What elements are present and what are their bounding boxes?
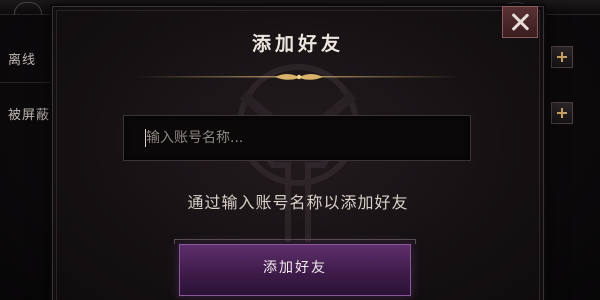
row-divider — [0, 82, 60, 83]
plus-icon — [557, 108, 567, 118]
close-icon — [511, 13, 529, 31]
account-name-input[interactable] — [123, 115, 471, 161]
offline-section-label: 离线 — [8, 53, 37, 68]
add-friend-dialog: 添加好友 通过输入账号名称以添加好友 添加好友 — [52, 6, 544, 300]
frame-ornament — [14, 2, 42, 15]
expand-offline-button[interactable] — [551, 46, 573, 68]
text-caret — [145, 129, 146, 147]
add-friend-button-label: 添加好友 — [263, 260, 327, 276]
title-divider — [137, 74, 461, 80]
blocked-section-label: 被屏蔽 — [8, 108, 51, 123]
expand-blocked-button[interactable] — [551, 102, 573, 124]
close-button[interactable] — [502, 6, 538, 38]
dialog-title: 添加好友 — [251, 33, 344, 55]
hint-text: 通过输入账号名称以添加好友 — [187, 193, 409, 212]
friends-screen: 离线 被屏蔽 添加好友 输入账号名称... 通过输入账号名称以添加好友 添加好友 — [0, 0, 600, 300]
add-friend-button[interactable]: 添加好友 — [174, 239, 416, 296]
plus-icon — [557, 52, 567, 62]
